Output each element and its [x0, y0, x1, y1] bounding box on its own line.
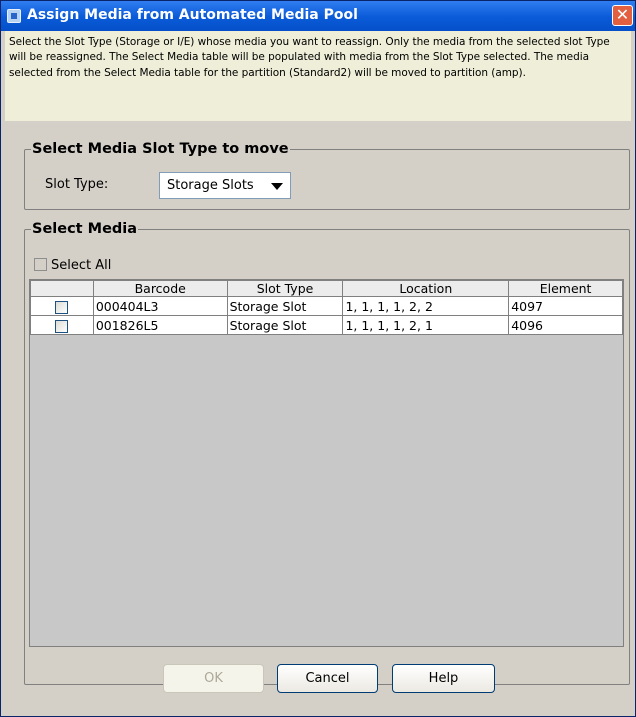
row-checkbox[interactable] — [55, 300, 69, 314]
row-checkbox-cell[interactable] — [30, 296, 94, 316]
help-button[interactable]: Help — [392, 664, 495, 693]
slot-type-label: Slot Type: — [45, 177, 109, 192]
media-table: Barcode Slot Type Location Element 00040… — [30, 280, 623, 335]
app-window-icon — [7, 9, 21, 23]
slot-type-selected-value: Storage Slots — [167, 178, 254, 193]
media-table-container[interactable]: Barcode Slot Type Location Element 00040… — [29, 279, 624, 647]
location-cell: 1, 1, 1, 1, 2, 2 — [342, 296, 510, 316]
select-media-group-legend: Select Media — [32, 221, 138, 237]
close-icon: ✕ — [615, 5, 630, 24]
barcode-cell: 001826L5 — [92, 315, 228, 335]
table-row[interactable]: 001826L5 Storage Slot 1, 1, 1, 1, 2, 1 4… — [30, 315, 623, 335]
column-header-barcode[interactable]: Barcode — [92, 280, 228, 297]
table-header-row: Barcode Slot Type Location Element — [30, 280, 623, 297]
row-checkbox-cell[interactable] — [30, 315, 94, 335]
column-header-location[interactable]: Location — [342, 280, 510, 297]
slot-type-dropdown[interactable]: Storage Slots — [159, 172, 291, 199]
select-all-label: Select All — [51, 258, 112, 273]
chevron-down-icon — [271, 183, 283, 190]
ok-button[interactable]: OK — [163, 664, 264, 693]
element-cell: 4096 — [508, 315, 623, 335]
barcode-cell: 000404L3 — [92, 296, 228, 316]
window-title: Assign Media from Automated Media Pool — [27, 7, 358, 23]
select-all-option[interactable]: Select All — [34, 258, 111, 273]
description-text: Select the Slot Type (Storage or I/E) wh… — [5, 31, 631, 121]
column-header-element[interactable]: Element — [508, 280, 623, 297]
title-bar[interactable]: Assign Media from Automated Media Pool ✕ — [1, 1, 635, 31]
table-row[interactable]: 000404L3 Storage Slot 1, 1, 1, 1, 2, 2 4… — [30, 296, 623, 316]
cancel-button[interactable]: Cancel — [277, 664, 378, 693]
slot-type-cell: Storage Slot — [226, 315, 344, 335]
slot-type-group: Select Media Slot Type to move — [24, 141, 630, 210]
element-cell: 4097 — [508, 296, 623, 316]
slot-type-group-legend: Select Media Slot Type to move — [32, 141, 289, 157]
column-header-slot-type[interactable]: Slot Type — [226, 280, 344, 297]
button-bar: OK Cancel Help — [0, 664, 636, 693]
row-checkbox[interactable] — [55, 319, 69, 333]
location-cell: 1, 1, 1, 1, 2, 1 — [342, 315, 510, 335]
close-button[interactable]: ✕ — [612, 5, 633, 26]
column-header-select[interactable] — [30, 280, 94, 297]
select-all-checkbox[interactable] — [34, 258, 47, 271]
slot-type-cell: Storage Slot — [226, 296, 344, 316]
